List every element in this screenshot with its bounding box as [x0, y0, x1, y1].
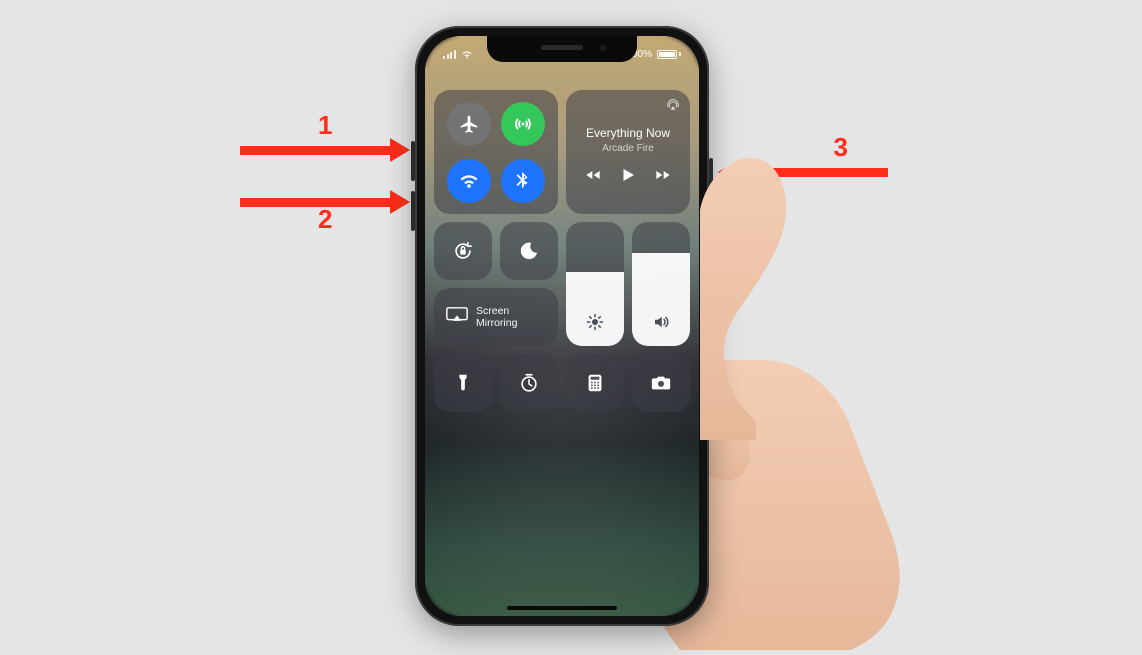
iphone-device: 100%	[415, 26, 709, 626]
cellular-data-toggle[interactable]	[501, 102, 545, 146]
annotation-label-2: 2	[318, 204, 332, 235]
wifi-status-icon	[461, 49, 473, 59]
annotation-label-3: 3	[834, 132, 848, 163]
brightness-slider[interactable]	[566, 222, 624, 346]
now-playing-module[interactable]: Everything Now Arcade Fire	[566, 90, 690, 214]
phone-screen: 100%	[425, 36, 699, 616]
volume-slider[interactable]	[632, 222, 690, 346]
screen-mirroring-icon	[446, 306, 468, 329]
do-not-disturb-toggle[interactable]	[500, 222, 558, 280]
thumb-overlay	[700, 140, 810, 440]
calculator-button[interactable]	[566, 354, 624, 412]
annotation-label-1: 1	[318, 110, 332, 141]
timer-button[interactable]	[500, 354, 558, 412]
screen-mirroring-label-1: Screen	[476, 305, 517, 317]
control-center: Everything Now Arcade Fire	[437, 90, 687, 412]
cellular-signal-icon	[443, 50, 456, 59]
airplane-mode-toggle[interactable]	[447, 102, 491, 146]
orientation-lock-toggle[interactable]	[434, 222, 492, 280]
battery-icon	[657, 50, 681, 59]
bluetooth-toggle[interactable]	[501, 159, 545, 203]
brightness-icon	[586, 313, 604, 336]
home-indicator[interactable]	[507, 606, 617, 610]
volume-down-hardware-button[interactable]	[411, 191, 415, 231]
screen-mirroring-label-2: Mirroring	[476, 317, 517, 329]
volume-up-hardware-button[interactable]	[411, 141, 415, 181]
play-button[interactable]	[619, 166, 637, 189]
flashlight-button[interactable]	[434, 354, 492, 412]
previous-track-button[interactable]	[585, 167, 601, 188]
now-playing-artist: Arcade Fire	[602, 143, 654, 154]
annotation-arrow-1: 1	[240, 138, 410, 162]
connectivity-module[interactable]	[434, 90, 558, 214]
camera-button[interactable]	[632, 354, 690, 412]
now-playing-title: Everything Now	[586, 127, 670, 140]
annotation-arrow-2: 2	[240, 190, 410, 214]
wifi-toggle[interactable]	[447, 159, 491, 203]
airplay-icon[interactable]	[666, 98, 680, 116]
display-notch	[487, 36, 637, 62]
volume-icon	[652, 313, 670, 336]
screen-mirroring-button[interactable]: Screen Mirroring	[434, 288, 558, 346]
next-track-button[interactable]	[655, 167, 671, 188]
